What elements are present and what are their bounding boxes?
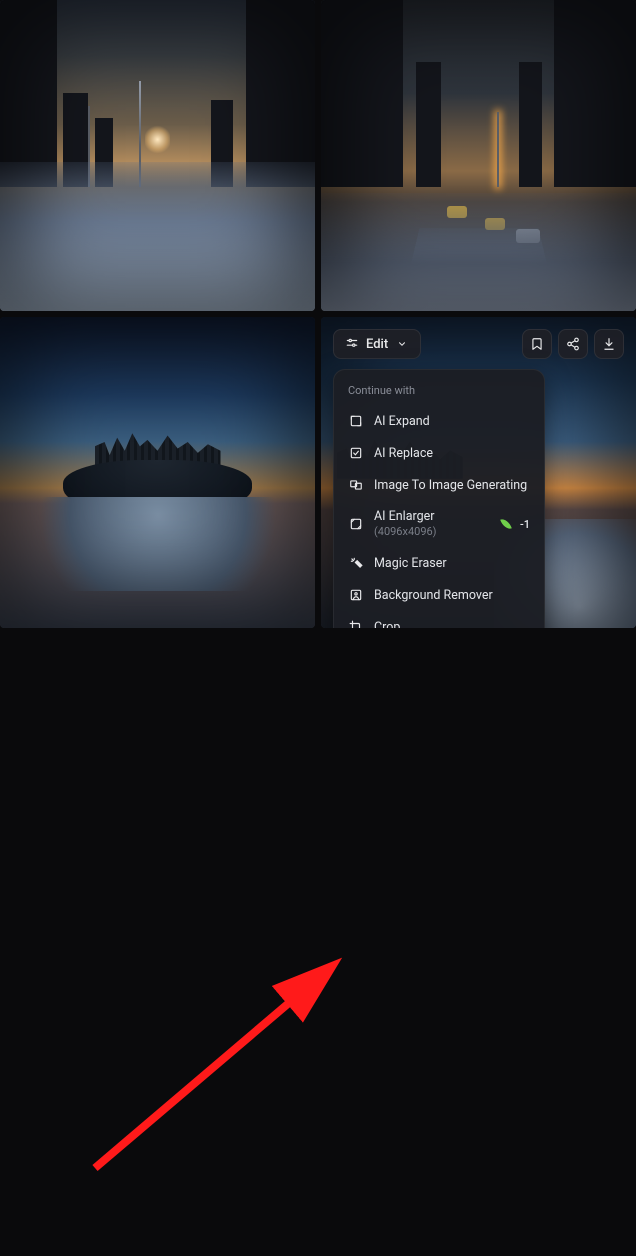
menu-item-crop[interactable]: Crop bbox=[334, 611, 544, 628]
menu-item-label: Crop bbox=[374, 620, 530, 629]
crop-icon bbox=[348, 619, 364, 628]
edit-menu: Continue with AI Expand AI Replace Image… bbox=[333, 369, 545, 628]
menu-item-sublabel: (4096x4096) bbox=[374, 525, 437, 538]
menu-item-label: Magic Eraser bbox=[374, 556, 530, 571]
download-icon bbox=[602, 337, 616, 351]
bookmark-button[interactable] bbox=[522, 329, 552, 359]
menu-item-label: AI Expand bbox=[374, 414, 530, 429]
menu-item-label: AI Replace bbox=[374, 446, 530, 461]
menu-item-label: Image To Image Generating bbox=[374, 478, 530, 493]
menu-item-ai-replace[interactable]: AI Replace bbox=[334, 437, 544, 469]
bookmark-icon bbox=[530, 337, 544, 351]
menu-item-ai-expand[interactable]: AI Expand bbox=[334, 405, 544, 437]
chevron-down-icon bbox=[394, 336, 410, 352]
menu-item-image-to-image[interactable]: Image To Image Generating bbox=[334, 469, 544, 501]
tile-top-controls: Edit bbox=[333, 329, 624, 359]
image-grid: Edit Continue with bbox=[0, 0, 636, 628]
leaf-icon bbox=[500, 517, 512, 531]
menu-item-label: Background Remover bbox=[374, 588, 530, 603]
edit-button-label: Edit bbox=[366, 337, 388, 352]
menu-item-background-remover[interactable]: Background Remover bbox=[334, 579, 544, 611]
annotation-arrow bbox=[0, 628, 636, 1256]
download-button[interactable] bbox=[594, 329, 624, 359]
image-tile-1[interactable] bbox=[0, 0, 315, 311]
tile-action-icons bbox=[522, 329, 624, 359]
eraser-icon bbox=[348, 555, 364, 571]
image-tile-3[interactable] bbox=[0, 317, 315, 628]
replace-icon bbox=[348, 445, 364, 461]
share-icon bbox=[566, 337, 580, 351]
background-remover-icon bbox=[348, 587, 364, 603]
image-tile-2[interactable] bbox=[321, 0, 636, 311]
edit-menu-header: Continue with bbox=[334, 380, 544, 405]
sliders-icon bbox=[344, 336, 360, 352]
menu-item-magic-eraser[interactable]: Magic Eraser bbox=[334, 547, 544, 579]
menu-item-label: AI Enlarger (4096x4096) bbox=[374, 509, 492, 539]
edit-button[interactable]: Edit bbox=[333, 329, 421, 359]
expand-icon bbox=[348, 413, 364, 429]
enlarger-icon bbox=[348, 516, 364, 532]
menu-item-ai-enlarger[interactable]: AI Enlarger (4096x4096) -1 bbox=[334, 501, 544, 547]
image-to-image-icon bbox=[348, 477, 364, 493]
share-button[interactable] bbox=[558, 329, 588, 359]
image-tile-4[interactable]: Edit Continue with bbox=[321, 317, 636, 628]
menu-item-cost: -1 bbox=[520, 518, 530, 531]
